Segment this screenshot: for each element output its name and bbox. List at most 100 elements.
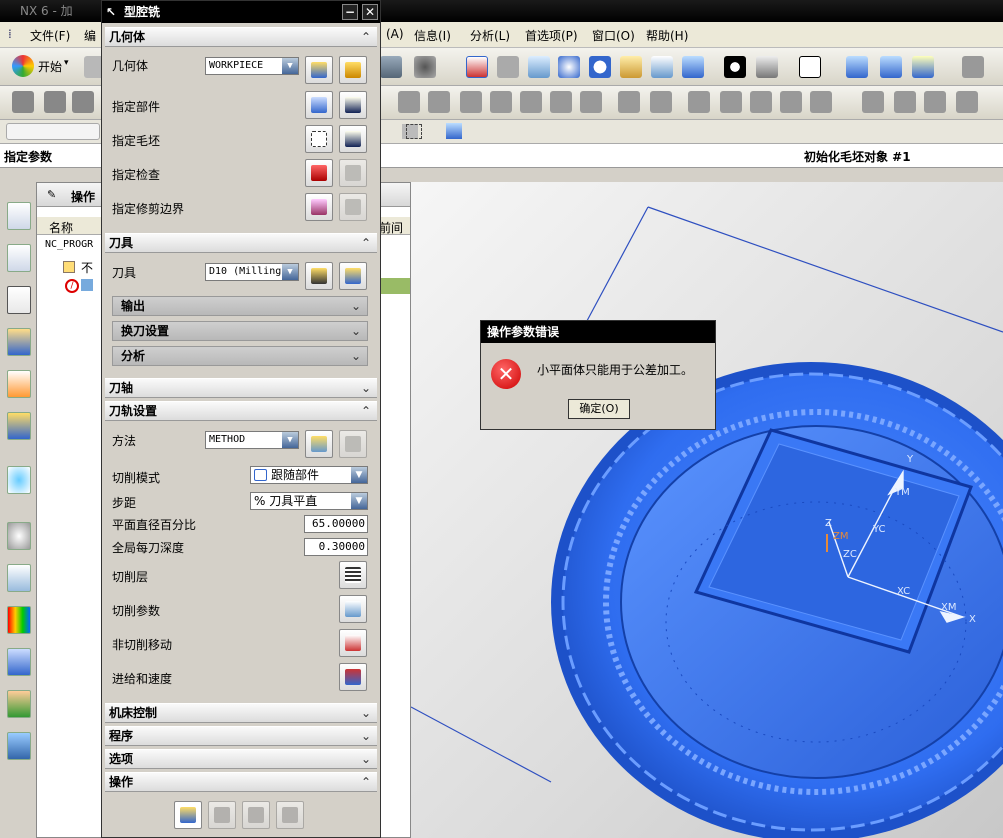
pan-icon[interactable] xyxy=(620,56,642,78)
menu-preferences[interactable]: 首选项(P) xyxy=(525,27,578,44)
hd3d-icon[interactable] xyxy=(7,412,31,440)
generate-path-icon[interactable] xyxy=(398,91,420,113)
rotate-icon[interactable] xyxy=(589,56,611,78)
expand-icon[interactable]: ⌄ xyxy=(351,297,361,315)
section-options[interactable]: 选项 ⌄ xyxy=(105,749,377,769)
system-scenes-icon[interactable] xyxy=(7,732,31,760)
postprocess-icon[interactable] xyxy=(520,91,542,113)
close-button[interactable]: ✕ xyxy=(362,4,378,20)
wcs-origin-icon[interactable] xyxy=(880,56,902,78)
dropdown-arrow-icon[interactable]: ▼ xyxy=(282,432,298,448)
dropdown-arrow-icon[interactable]: ▼ xyxy=(282,58,298,74)
menu-file[interactable]: 文件(F) xyxy=(30,27,70,44)
assembly-navigator-icon[interactable] xyxy=(7,202,31,230)
expand-icon[interactable]: ⌄ xyxy=(361,727,371,746)
section-geometry[interactable]: 几何体 ⌃ xyxy=(105,27,377,47)
section-tool[interactable]: 刀具 ⌃ xyxy=(105,233,377,253)
subsection-toolchange[interactable]: 换刀设置 ⌄ xyxy=(112,321,368,341)
layer-icon[interactable] xyxy=(756,56,778,78)
zoom-in-icon[interactable] xyxy=(558,56,580,78)
new-method-button[interactable] xyxy=(305,430,333,458)
unused-items-row[interactable]: 不 xyxy=(81,259,93,276)
machine-icon[interactable] xyxy=(924,91,946,113)
menu-info[interactable]: 信息(I) xyxy=(414,27,451,44)
transform-icon[interactable] xyxy=(688,91,710,113)
display-object-icon[interactable] xyxy=(780,91,802,113)
simulation-icon[interactable] xyxy=(956,91,978,113)
color-swatch-icon[interactable] xyxy=(799,56,821,78)
display-part-button[interactable] xyxy=(339,91,367,119)
fit-icon[interactable] xyxy=(380,56,402,78)
section-actions[interactable]: 操作 ⌃ xyxy=(105,772,377,792)
select-check-button[interactable] xyxy=(305,159,333,187)
output-cls-icon[interactable] xyxy=(580,91,602,113)
create-geometry-icon[interactable] xyxy=(72,91,94,113)
feeds-speeds-button[interactable] xyxy=(339,663,367,691)
column-path[interactable]: 前间 xyxy=(379,219,403,236)
palette-icon[interactable] xyxy=(7,606,31,634)
select-box-icon[interactable] xyxy=(406,124,422,139)
wcs-dynamic-icon[interactable] xyxy=(912,56,934,78)
menu-help[interactable]: 帮助(H) xyxy=(646,27,688,44)
system-materials-icon[interactable] xyxy=(7,564,31,592)
create-program-icon[interactable] xyxy=(12,91,34,113)
error-dialog-title-bar[interactable]: 操作参数错误 xyxy=(481,321,715,343)
select-body-icon[interactable] xyxy=(446,123,462,139)
zoom-box-icon[interactable] xyxy=(497,56,519,78)
navigator-tab[interactable]: 操作 xyxy=(71,188,95,205)
expand-icon[interactable]: ⌄ xyxy=(361,704,371,723)
layer-settings-icon[interactable] xyxy=(962,56,984,78)
menu-analysis[interactable]: 分析(L) xyxy=(470,27,510,44)
shop-docs-icon[interactable] xyxy=(550,91,572,113)
flat-diameter-percent-input[interactable]: 65.00000 xyxy=(304,515,368,533)
graphics-window[interactable]: Y YM YC Z ZM ZC XC XM X xyxy=(411,182,1003,838)
method-select[interactable]: METHOD ▼ xyxy=(205,431,299,449)
global-depth-input[interactable]: 0.30000 xyxy=(304,538,368,556)
non-cutting-button[interactable] xyxy=(339,629,367,657)
reuse-library-icon[interactable] xyxy=(7,370,31,398)
collapse-icon[interactable]: ⌃ xyxy=(361,773,371,792)
menu-window[interactable]: 窗口(O) xyxy=(592,27,635,44)
column-name[interactable]: 名称 xyxy=(49,219,73,236)
start-button[interactable]: 开始 xyxy=(38,58,62,75)
time-icon[interactable] xyxy=(810,91,832,113)
part-navigator-icon[interactable] xyxy=(7,244,31,272)
select-blank-button[interactable] xyxy=(305,125,333,153)
section-machine-control[interactable]: 机床控制 ⌄ xyxy=(105,703,377,723)
dropdown-arrow-icon[interactable]: ▼ xyxy=(282,264,298,280)
dropdown-arrow-icon[interactable]: ▼ xyxy=(351,493,367,509)
expand-icon[interactable]: ⌄ xyxy=(351,347,361,365)
select-trim-button[interactable] xyxy=(305,193,333,221)
edit-object-icon[interactable] xyxy=(750,91,772,113)
type-filter-input[interactable] xyxy=(6,123,100,140)
fit-view-icon[interactable] xyxy=(466,56,488,78)
display-blank-button[interactable] xyxy=(339,125,367,153)
ok-button[interactable]: 确定(O) xyxy=(568,399,630,419)
verify-button[interactable] xyxy=(242,801,270,829)
collapse-icon[interactable]: ⌃ xyxy=(361,28,371,47)
dropdown-arrow-icon[interactable]: ▼ xyxy=(351,467,367,483)
list-button[interactable] xyxy=(276,801,304,829)
cut-levels-button[interactable] xyxy=(339,561,367,589)
edit-tool-button[interactable] xyxy=(339,262,367,290)
stepover-select[interactable]: % 刀具平直 ▼ xyxy=(250,492,368,510)
parallel-icon[interactable] xyxy=(618,91,640,113)
list-path-icon[interactable] xyxy=(490,91,512,113)
replay-path-icon[interactable] xyxy=(428,91,450,113)
replay-button[interactable] xyxy=(208,801,236,829)
display-check-button[interactable] xyxy=(339,159,367,187)
dialog-title-bar[interactable]: ↖ 型腔铣 − ✕ xyxy=(102,1,380,23)
rotate-path-icon[interactable] xyxy=(650,91,672,113)
process-studio-icon[interactable] xyxy=(7,648,31,676)
start-dropdown-icon[interactable]: ▾ xyxy=(64,58,69,68)
cutting-params-button[interactable] xyxy=(339,595,367,623)
collapse-icon[interactable]: ⌃ xyxy=(361,402,371,421)
minimize-button[interactable]: − xyxy=(342,4,358,20)
roles-icon[interactable] xyxy=(7,690,31,718)
background-icon[interactable] xyxy=(724,56,746,78)
section-tool-axis[interactable]: 刀轴 ⌄ xyxy=(105,378,377,398)
section-program[interactable]: 程序 ⌄ xyxy=(105,726,377,746)
tool-holder-icon[interactable] xyxy=(894,91,916,113)
perspective-icon[interactable] xyxy=(651,56,673,78)
wcs-icon[interactable] xyxy=(846,56,868,78)
